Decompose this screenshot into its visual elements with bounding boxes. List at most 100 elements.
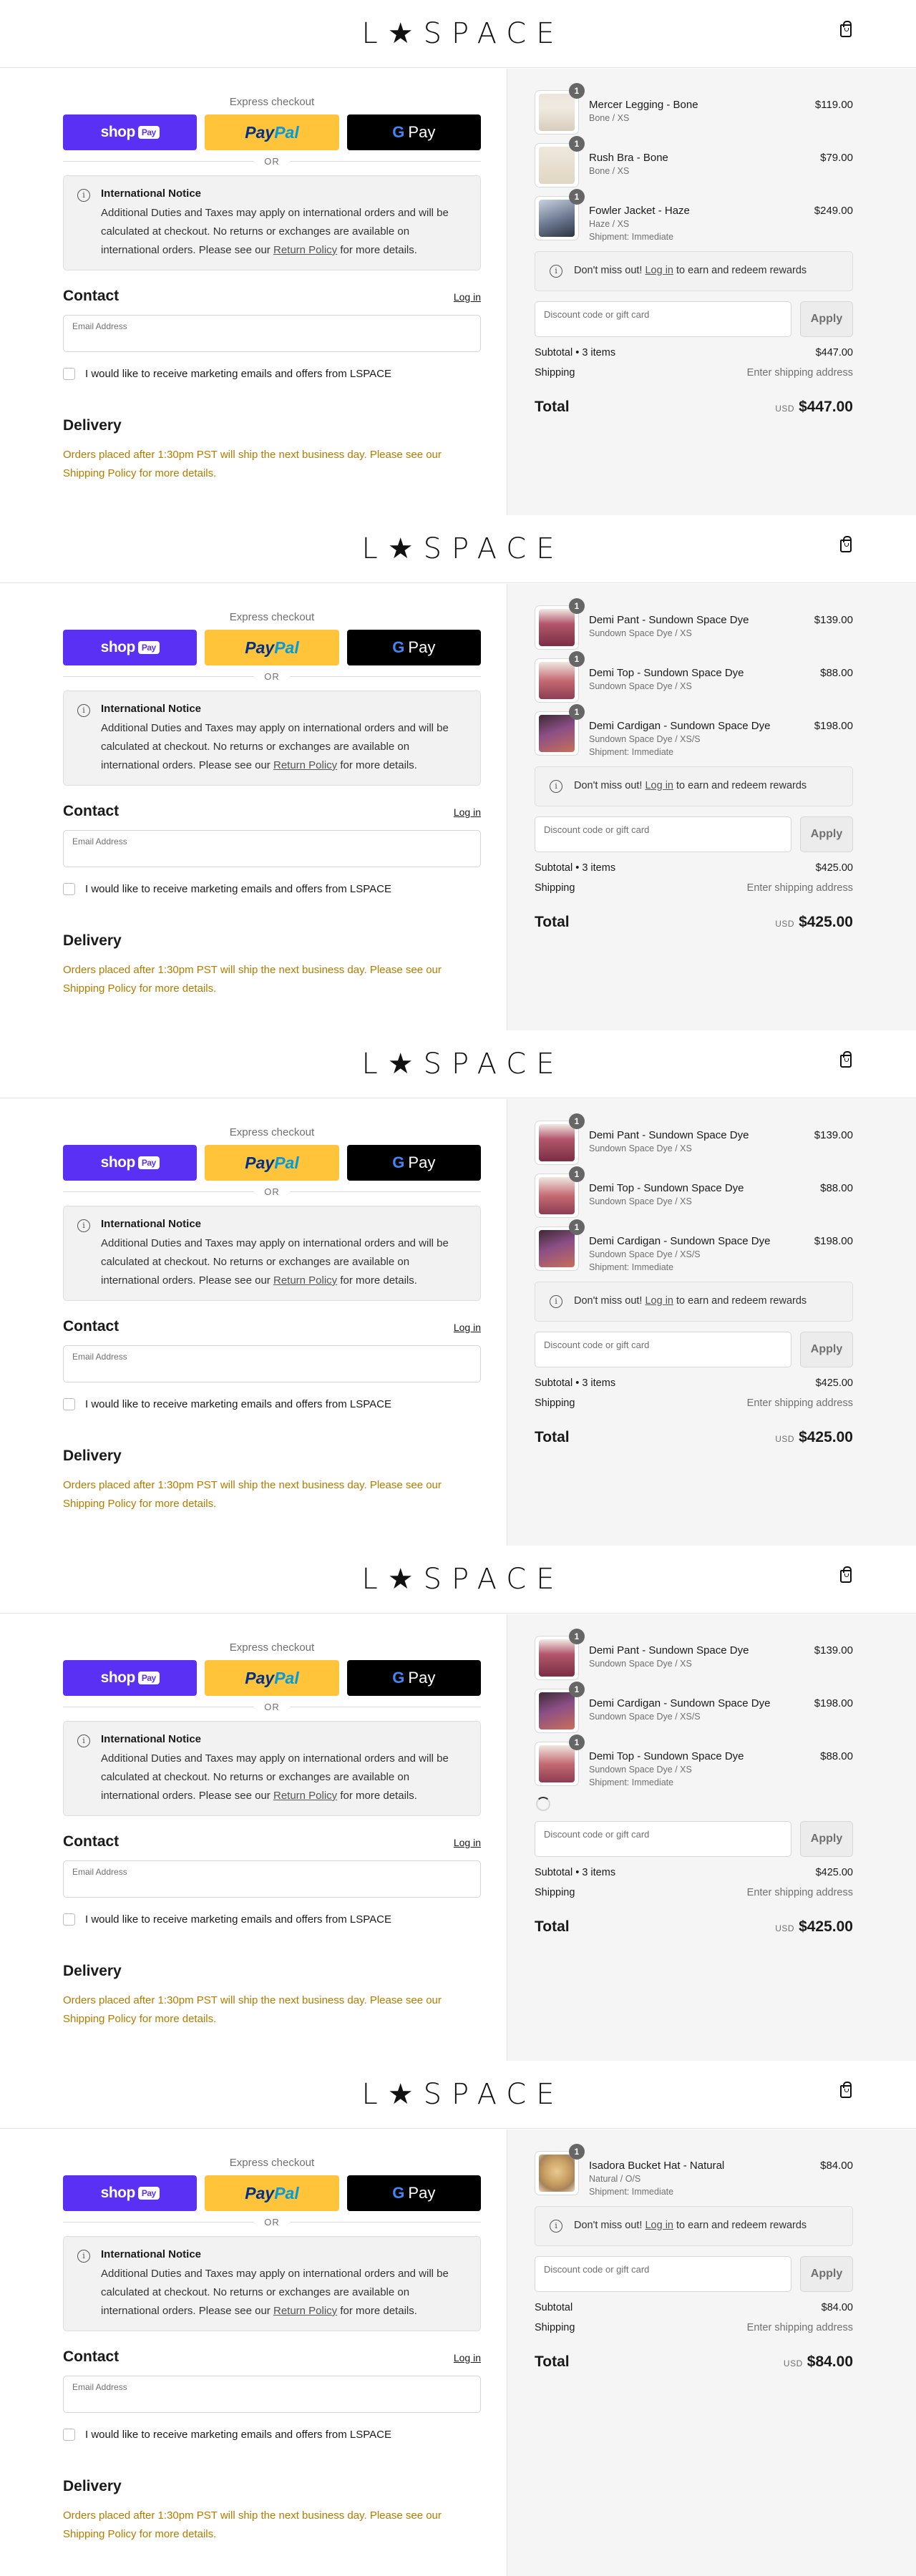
marketing-checkbox[interactable] [63,1398,75,1410]
discount-row: Discount code or gift card Apply [535,816,853,852]
notice-body: Additional Duties and Taxes may apply on… [101,204,467,260]
quantity-badge: 1 [569,189,585,205]
google-pay-button[interactable]: G Pay [346,1145,481,1181]
shopping-bag-icon[interactable] [840,536,852,552]
shipment-info: Shipment: Immediate [589,1262,674,1272]
checkout-form: Express checkout shop Pay Pay Pal G Pay O… [0,1614,507,2061]
total-value: $425.00 [799,1429,853,1445]
rewards-login-link[interactable]: Log in [645,265,673,276]
product-thumbnail: 1 [535,1629,585,1680]
paypal-button[interactable]: Pay Pal [205,1145,339,1181]
shop-pay-button[interactable]: shop Pay [63,630,198,665]
email-field-label: Email Address [72,1867,127,1877]
login-link[interactable]: Log in [454,2352,481,2363]
delivery-title: Delivery [63,2478,122,2494]
lspace-logo[interactable]: L★SPACE [0,1048,916,1080]
rewards-login-link[interactable]: Log in [645,2220,673,2231]
apply-discount-button[interactable]: Apply [800,1821,853,1857]
shop-pay-button[interactable]: shop Pay [63,1660,198,1696]
shopping-bag-icon[interactable] [840,1051,852,1068]
product-name: Mercer Legging - Bone [589,99,698,111]
google-g-icon: G [392,638,405,656]
email-field[interactable]: Email Address [63,315,481,352]
rewards-login-link[interactable]: Log in [645,1295,673,1307]
marketing-checkbox[interactable] [63,883,75,895]
international-notice: i International Notice Additional Duties… [63,1721,481,1816]
shop-pay-button[interactable]: shop Pay [63,2175,198,2211]
marketing-label[interactable]: I would like to receive marketing emails… [85,368,391,380]
divider-line [289,161,481,162]
email-input[interactable] [72,1878,472,1890]
marketing-label[interactable]: I would like to receive marketing emails… [85,1913,391,1926]
shopping-bag-icon[interactable] [840,1566,852,1583]
shop-pay-button[interactable]: shop Pay [63,114,198,150]
lspace-logo[interactable]: L★SPACE [0,532,916,565]
apply-discount-button[interactable]: Apply [800,1332,853,1367]
marketing-label[interactable]: I would like to receive marketing emails… [85,2429,391,2441]
rewards-text: Don't miss out! [574,780,645,791]
apply-discount-button[interactable]: Apply [800,816,853,852]
product-name: Demi Top - Sundown Space Dye [589,667,744,679]
shopping-bag-icon[interactable] [840,2082,852,2098]
return-policy-link[interactable]: Return Policy [273,2305,337,2317]
email-input[interactable] [72,848,472,860]
discount-code-input[interactable]: Discount code or gift card [535,301,791,337]
paypal-button[interactable]: Pay Pal [205,1660,339,1696]
product-price: $139.00 [814,1644,853,1657]
discount-code-input[interactable]: Discount code or gift card [535,1332,791,1367]
apply-discount-button[interactable]: Apply [800,2256,853,2292]
email-input[interactable] [72,333,472,345]
paypal-button[interactable]: Pay Pal [205,114,339,150]
return-policy-link[interactable]: Return Policy [273,759,337,771]
google-pay-button[interactable]: G Pay [346,114,481,150]
rewards-login-link[interactable]: Log in [645,780,673,791]
notice-title: International Notice [101,1218,202,1230]
email-field[interactable]: Email Address [63,1345,481,1382]
email-field[interactable]: Email Address [63,1860,481,1898]
express-checkout-title: Express checkout [229,1641,315,1654]
product-name: Rush Bra - Bone [589,152,668,164]
return-policy-link[interactable]: Return Policy [273,244,337,256]
email-input[interactable] [72,1363,472,1375]
apply-discount-button[interactable]: Apply [800,301,853,337]
email-input[interactable] [72,2394,472,2406]
marketing-checkbox[interactable] [63,2429,75,2441]
paypal-button[interactable]: Pay Pal [205,2175,339,2211]
google-pay-button[interactable]: G Pay [346,630,481,665]
checkout-page: L★SPACE Express checkout shop Pay Pay Pal… [0,515,916,1030]
marketing-checkbox[interactable] [63,368,75,380]
discount-code-input[interactable]: Discount code or gift card [535,1821,791,1857]
return-policy-link[interactable]: Return Policy [273,1790,337,1802]
shop-pay-button[interactable]: shop Pay [63,1145,198,1181]
discount-code-input[interactable]: Discount code or gift card [535,816,791,852]
product-name: Demi Pant - Sundown Space Dye [589,1129,749,1141]
paypal-button[interactable]: Pay Pal [205,630,339,665]
lspace-logo[interactable]: L★SPACE [0,17,916,50]
google-pay-button[interactable]: G Pay [346,1660,481,1696]
login-link[interactable]: Log in [454,291,481,303]
google-pay-button[interactable]: G Pay [346,2175,481,2211]
email-field[interactable]: Email Address [63,830,481,867]
login-link[interactable]: Log in [454,1837,481,1848]
discount-code-input[interactable]: Discount code or gift card [535,2256,791,2292]
international-notice: i International Notice Additional Duties… [63,2236,481,2331]
lspace-logo[interactable]: L★SPACE [0,1563,916,1596]
marketing-label[interactable]: I would like to receive marketing emails… [85,883,391,895]
divider-line [289,1191,481,1192]
return-policy-link[interactable]: Return Policy [273,1274,337,1287]
paypal-wordmark-pay: Pay [245,1153,275,1172]
google-g-icon: G [392,123,405,141]
subtotal-value: $425.00 [815,1867,853,1878]
international-notice: i International Notice Additional Duties… [63,175,481,270]
marketing-label[interactable]: I would like to receive marketing emails… [85,1398,391,1410]
login-link[interactable]: Log in [454,806,481,818]
total-row: Total USD $447.00 [535,399,853,416]
marketing-checkbox[interactable] [63,1913,75,1926]
lspace-logo[interactable]: L★SPACE [0,2078,916,2111]
login-link[interactable]: Log in [454,1322,481,1333]
email-field[interactable]: Email Address [63,2376,481,2413]
delivery-note: Orders placed after 1:30pm PST will ship… [63,449,442,479]
subtotal-value: $425.00 [815,862,853,874]
discount-row: Discount code or gift card Apply [535,1332,853,1367]
shopping-bag-icon[interactable] [840,21,852,37]
